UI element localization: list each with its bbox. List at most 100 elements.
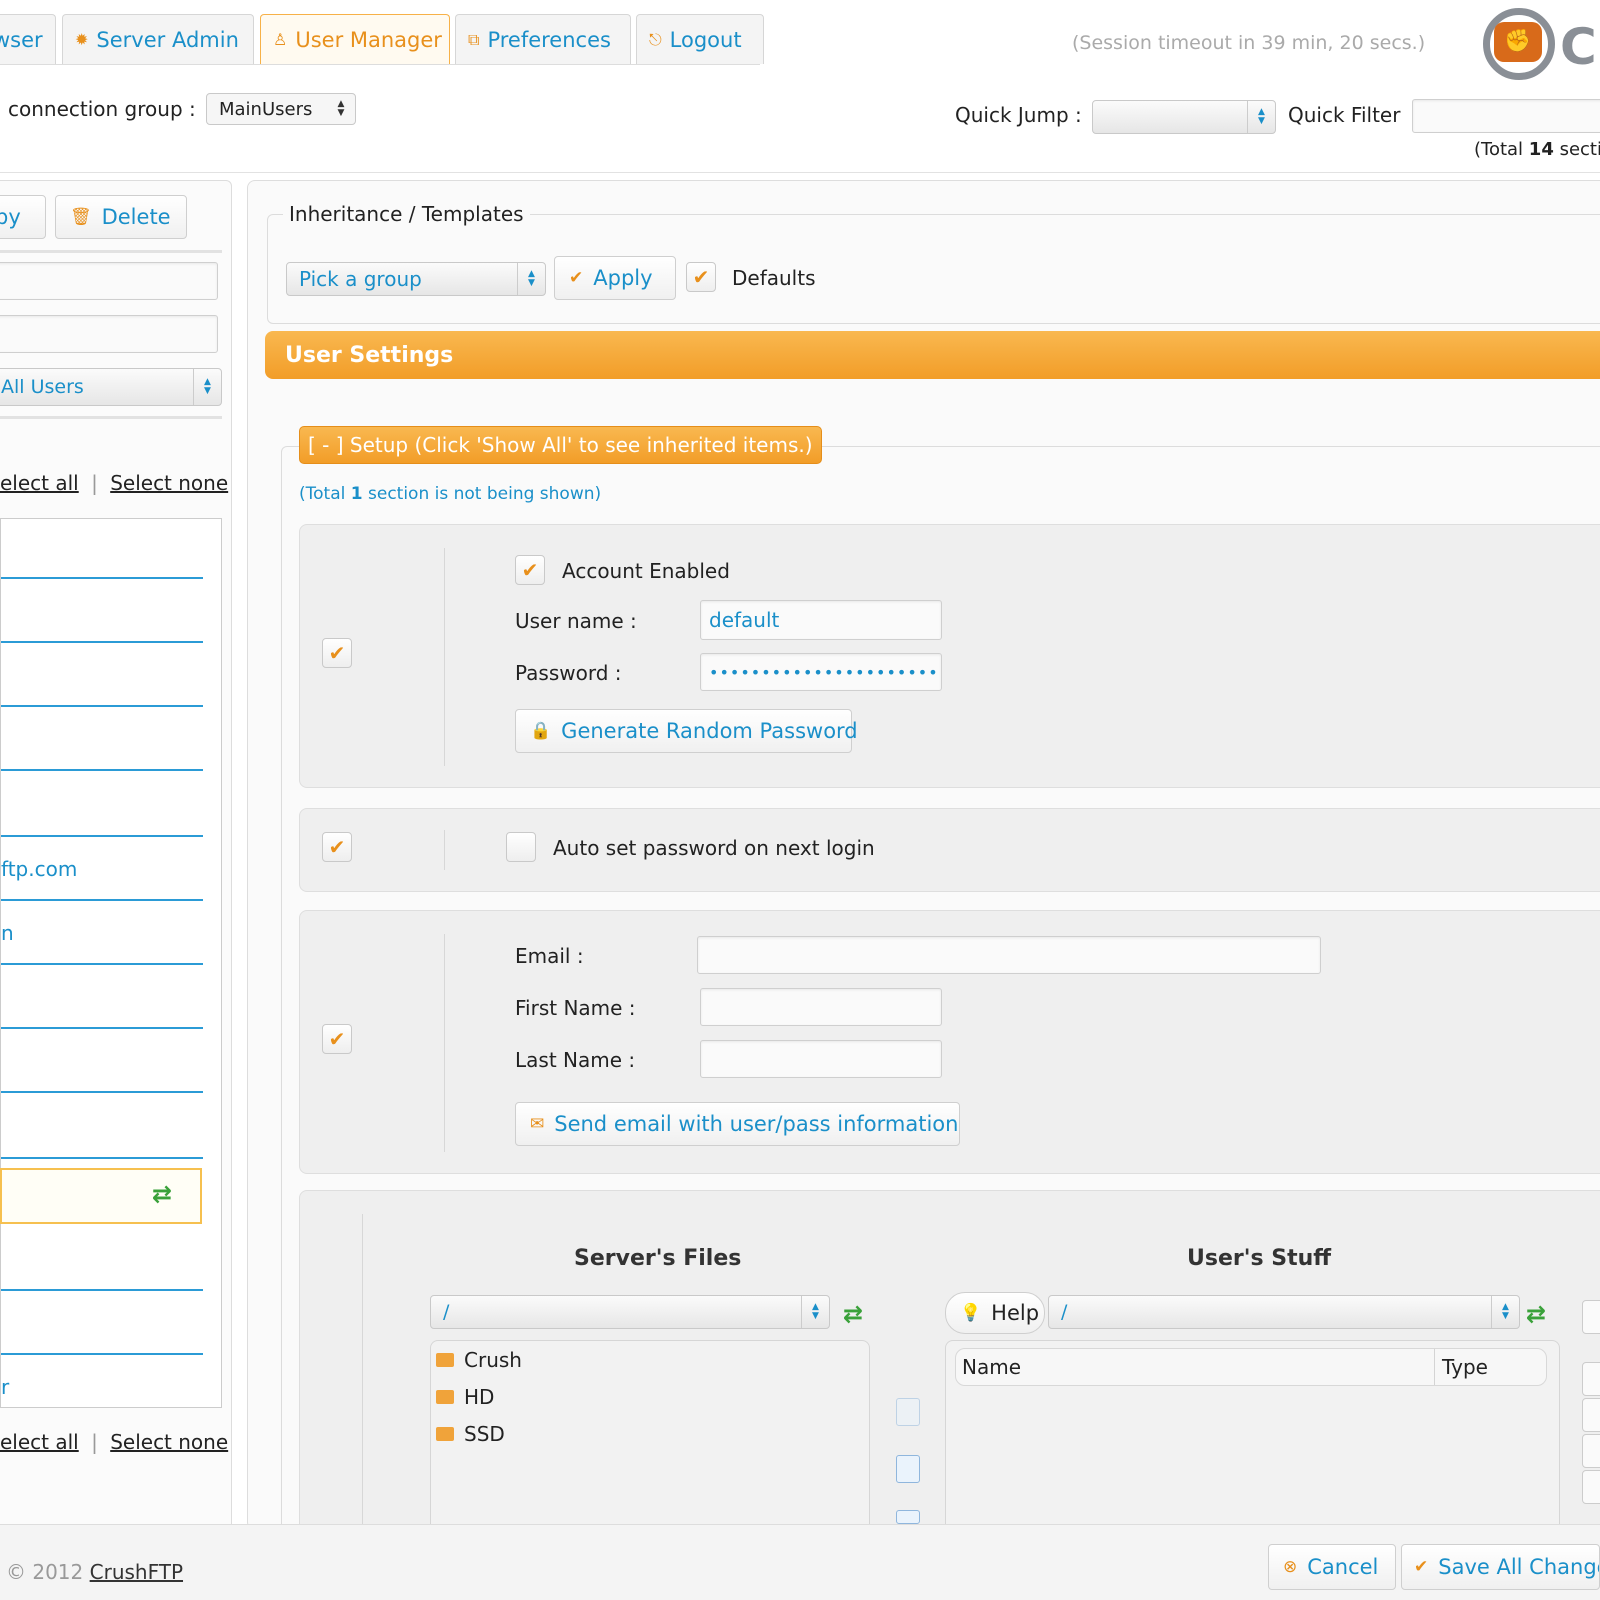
help-label: Help [991, 1301, 1040, 1325]
first-name-input[interactable] [700, 988, 942, 1026]
delete-user-button[interactable]: 🗑 Delete [55, 195, 187, 239]
tab-underline [0, 64, 760, 65]
help-button[interactable]: 💡 Help [945, 1292, 1045, 1334]
tab-server-admin[interactable]: ✹ Server Admin [62, 14, 254, 64]
select-all-link[interactable]: elect all [0, 1430, 79, 1454]
folder-item[interactable]: SSD [436, 1422, 505, 1446]
user-item[interactable]: ftp.com [1, 857, 77, 881]
selected-user-row[interactable]: ⇄ [0, 1168, 202, 1224]
tab-user-manager-label: User Manager [295, 27, 442, 52]
password-input[interactable]: ••••••••••••••••••••••• [700, 653, 942, 691]
tab-user-manager[interactable]: ♙ User Manager [260, 14, 450, 64]
tab-logout[interactable]: ⎋ Logout [636, 14, 764, 64]
add-file-icon[interactable] [896, 1455, 920, 1483]
account-section-checkbox[interactable]: ✔ [322, 638, 352, 668]
apply-label: Apply [593, 266, 653, 290]
col-name-header[interactable]: Name [962, 1355, 1021, 1379]
save-all-label: Save All Change [1438, 1555, 1600, 1579]
file-icon[interactable] [896, 1510, 920, 1524]
username-value: default [709, 608, 780, 632]
user-row-divider [1, 577, 203, 579]
tab-preferences[interactable]: ⧉ Preferences [455, 14, 631, 64]
send-email-button[interactable]: ✉ Send email with user/pass information [515, 1102, 960, 1146]
refresh-icon[interactable]: ⇄ [1526, 1300, 1546, 1328]
copy-user-button[interactable]: py [0, 195, 46, 239]
hidden-count: 1 [350, 484, 363, 504]
user-filter-select[interactable]: All Users ▲ ▼ [0, 368, 222, 406]
cancel-icon: ⊗ [1283, 1557, 1298, 1577]
check-icon: ✔ [328, 641, 346, 665]
apply-button[interactable]: ✔ Apply [554, 256, 676, 300]
user-item[interactable]: n [1, 921, 14, 945]
user-filter-value: All Users [1, 376, 84, 398]
tab-browser[interactable]: wser [0, 14, 56, 64]
servers-files-title: Server's Files [574, 1246, 742, 1271]
user-toolbar-button[interactable] [1582, 1398, 1600, 1432]
crushftp-link[interactable]: CrushFTP [90, 1560, 183, 1584]
generate-password-button[interactable]: 🔒 Generate Random Password [515, 709, 858, 753]
email-input[interactable] [697, 936, 1321, 974]
user-list[interactable]: ftp.com n r [0, 518, 222, 1408]
check-icon: ✔ [1414, 1557, 1429, 1577]
group-select[interactable]: Pick a group ▲ ▼ [286, 262, 546, 296]
user-settings-header[interactable]: User Settings [265, 331, 1600, 379]
edit-file-icon[interactable] [896, 1398, 920, 1426]
contact-section-checkbox[interactable]: ✔ [322, 1024, 352, 1054]
folder-item[interactable]: Crush [436, 1348, 522, 1372]
refresh-icon[interactable]: ⇄ [843, 1300, 863, 1328]
select-all-link[interactable]: elect all [0, 471, 79, 495]
generate-password-label: Generate Random Password [561, 719, 858, 743]
folder-icon [436, 1427, 454, 1441]
delete-user-label: Delete [101, 205, 171, 229]
account-enabled-checkbox[interactable]: ✔ [515, 555, 545, 585]
server-path-select[interactable]: / ▲ ▼ [430, 1295, 830, 1329]
autoset-checkbox[interactable] [506, 832, 536, 862]
user-toolbar-button[interactable] [1582, 1434, 1600, 1468]
save-all-button[interactable]: ✔ Save All Change [1401, 1544, 1600, 1590]
select-none-link[interactable]: Select none [110, 471, 228, 495]
total-sections-count: 14 [1528, 139, 1554, 160]
envelope-icon: ✉ [530, 1114, 545, 1134]
user-toolbar-button[interactable] [1582, 1300, 1600, 1334]
connection-group-value: MainUsers [219, 98, 313, 120]
user-row-divider [1, 899, 203, 901]
cancel-button[interactable]: ⊗ Cancel [1268, 1544, 1396, 1590]
user-toolbar-button[interactable] [1582, 1470, 1600, 1504]
last-name-input[interactable] [700, 1040, 942, 1078]
defaults-checkbox[interactable]: ✔ [686, 262, 716, 292]
user-search-input[interactable] [0, 262, 218, 300]
user-toolbar-button[interactable] [1582, 1362, 1600, 1396]
refresh-icon[interactable]: ⇄ [152, 1180, 172, 1208]
autoset-section-checkbox[interactable]: ✔ [322, 832, 352, 862]
user-row-divider [1, 641, 203, 643]
copyright: © 2012 CrushFTP [6, 1560, 183, 1584]
quick-jump-label: Quick Jump : [955, 103, 1082, 127]
connection-group-select[interactable]: MainUsers ▲ ▼ [206, 93, 356, 125]
check-icon: ✔ [328, 835, 346, 859]
quick-jump-select[interactable]: ▲ ▼ [1092, 100, 1276, 134]
inheritance-legend: Inheritance / Templates [283, 202, 530, 226]
select-arrows-icon: ▲ ▼ [193, 369, 221, 405]
first-name-label: First Name : [515, 996, 636, 1020]
select-none-link[interactable]: Select none [110, 1430, 228, 1454]
user-row-divider [1, 1027, 203, 1029]
user-search-input-2[interactable] [0, 315, 218, 353]
username-label: User name : [515, 609, 637, 633]
user-row-divider [1, 705, 203, 707]
folder-item[interactable]: HD [436, 1385, 494, 1409]
email-label: Email : [515, 944, 584, 968]
user-icon: ♙ [273, 30, 288, 49]
hidden-prefix: (Total [299, 484, 351, 504]
select-arrows-icon: ▲ ▼ [1491, 1296, 1519, 1328]
select-arrows-icon: ▲ ▼ [801, 1296, 829, 1328]
username-input[interactable]: default [700, 600, 942, 640]
col-divider [1434, 1349, 1435, 1385]
check-icon: ✔ [521, 558, 539, 582]
col-type-header[interactable]: Type [1442, 1355, 1488, 1379]
user-item[interactable]: r [1, 1375, 9, 1399]
setup-toggle[interactable]: [ - ] Setup (Click 'Show All' to see inh… [299, 426, 822, 464]
user-path-select[interactable]: / ▲ ▼ [1048, 1295, 1520, 1329]
quick-filter-input[interactable] [1412, 99, 1600, 133]
defaults-label: Defaults [732, 266, 816, 290]
send-email-label: Send email with user/pass information [554, 1112, 959, 1136]
